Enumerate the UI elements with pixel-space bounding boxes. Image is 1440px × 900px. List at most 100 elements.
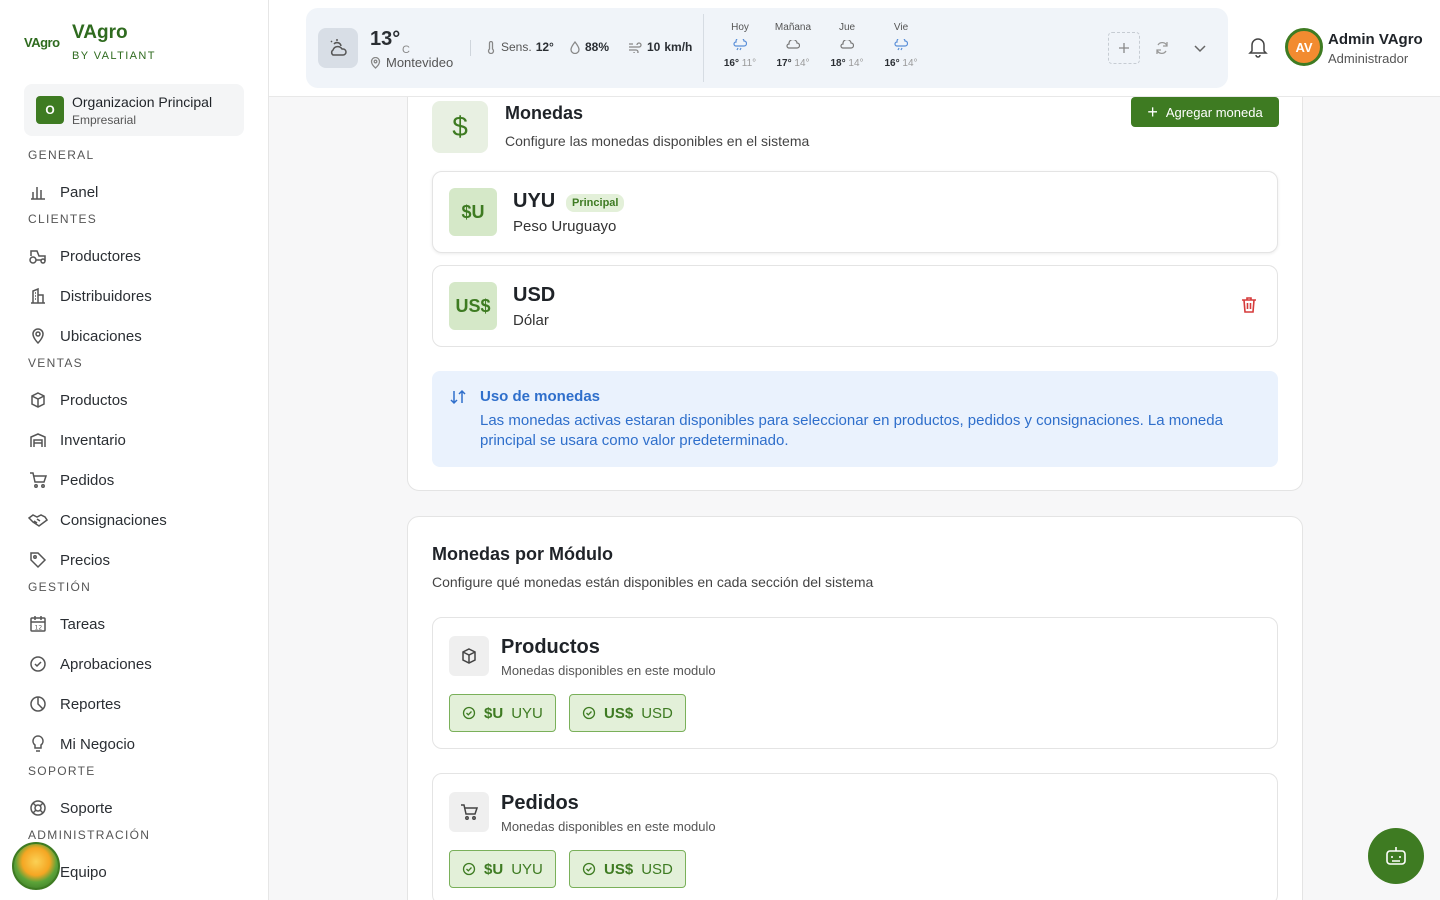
plus-icon — [1118, 42, 1130, 54]
user-role: Administrador — [1328, 51, 1409, 66]
rain-icon — [893, 38, 909, 52]
sidebar-item-label: Precios — [60, 551, 111, 569]
sidebar-item-consignaciones[interactable]: Consignaciones — [28, 508, 167, 532]
org-type: Empresarial — [72, 112, 137, 127]
divider — [703, 14, 704, 82]
weather-location: Montevideo — [370, 55, 453, 70]
check-circle-icon — [462, 706, 476, 720]
chip-code: USD — [641, 704, 673, 722]
sidebar-item-label: Pedidos — [60, 471, 115, 489]
chip-code: UYU — [511, 704, 543, 722]
sidebar-item-label: Reportes — [60, 695, 121, 713]
org-switcher[interactable]: O Organizacion Principal Empresarial — [24, 84, 244, 136]
forecast-day: Mañana 17° 14° — [768, 22, 818, 69]
currency-name: Dólar — [513, 312, 549, 329]
currency-symbol: $U — [449, 188, 497, 236]
add-currency-button[interactable]: + Agregar moneda — [1131, 97, 1279, 127]
sidebar-item-pedidos[interactable]: Pedidos — [28, 468, 114, 492]
nav-section-soporte: SOPORTE — [28, 764, 96, 778]
sidebar-item-label: Productos — [60, 391, 128, 409]
forecast-low: 11° — [741, 58, 757, 69]
lightbulb-icon — [28, 734, 48, 754]
sidebar-item-inventario[interactable]: Inventario — [28, 428, 126, 452]
notifications-button[interactable] — [1248, 36, 1268, 58]
currency-symbol: US$ — [449, 282, 497, 330]
box-icon — [28, 390, 48, 410]
weather-wind: 10 km/h — [628, 40, 692, 54]
weather-wind-value: 10 — [647, 40, 661, 54]
weather-humidity-value: 88% — [585, 40, 610, 54]
sidebar-item-soporte[interactable]: Soporte — [28, 796, 113, 820]
dollar-icon: $ — [432, 101, 488, 153]
module-name: Productos — [501, 636, 600, 658]
user-avatar[interactable]: AV — [1285, 28, 1323, 66]
refresh-icon — [1155, 41, 1169, 55]
droplet-icon — [570, 40, 580, 54]
tractor-icon — [28, 246, 48, 266]
sidebar-item-label: Consignaciones — [60, 511, 167, 529]
weather-feels-label: Sens. — [501, 40, 532, 54]
calendar-icon: 12 — [28, 614, 48, 634]
weather-location-label: Montevideo — [386, 55, 454, 70]
module-pedidos: Pedidos Monedas disponibles en este modu… — [432, 773, 1278, 900]
module-name: Pedidos — [501, 792, 579, 814]
delete-currency-button[interactable] — [1241, 296, 1257, 314]
sidebar-item-distribuidores[interactable]: Distribuidores — [28, 284, 152, 308]
currency-toggle-chip[interactable]: US$ USD — [569, 694, 686, 732]
sidebar-item-label: Tareas — [60, 615, 106, 633]
forecast-high: 16° — [884, 58, 900, 69]
bar-chart-icon — [28, 182, 48, 202]
assistant-mascot-icon[interactable] — [12, 842, 60, 890]
sidebar-item-panel[interactable]: Panel — [28, 180, 98, 204]
divider — [470, 40, 471, 56]
cloud-icon — [839, 38, 855, 52]
sidebar-item-label: Ubicaciones — [60, 327, 142, 345]
modules-card: Monedas por Módulo Configure qué monedas… — [407, 516, 1303, 900]
map-pin-icon — [370, 56, 381, 69]
sidebar-item-label: Inventario — [60, 431, 126, 449]
info-title: Uso de monedas — [480, 388, 601, 405]
sidebar-item-productores[interactable]: Productores — [28, 244, 141, 268]
pie-chart-icon — [28, 694, 48, 714]
chip-code: USD — [641, 860, 673, 878]
sidebar-item-ubicaciones[interactable]: Ubicaciones — [28, 324, 142, 348]
currency-toggle-chip[interactable]: $U UYU — [449, 850, 556, 888]
user-name[interactable]: Admin VAgro — [1328, 31, 1423, 48]
sidebar-item-tareas[interactable]: 12 Tareas — [28, 612, 105, 636]
chevron-down-icon — [1193, 41, 1207, 55]
expand-weather-button[interactable] — [1184, 32, 1216, 64]
sidebar-item-mi-negocio[interactable]: Mi Negocio — [28, 732, 135, 756]
assistant-chat-button[interactable] — [1368, 828, 1424, 884]
currency-name: Peso Uruguayo — [513, 218, 617, 235]
cloud-sun-icon — [318, 28, 358, 68]
sidebar-item-reportes[interactable]: Reportes — [28, 692, 121, 716]
currency-item[interactable]: $U UYU Principal Peso Uruguayo — [432, 171, 1278, 253]
weather-wind-unit: km/h — [664, 40, 693, 54]
sidebar-item-label: Distribuidores — [60, 287, 152, 305]
weather-temperature: 13° — [370, 28, 401, 50]
sidebar-item-label: Soporte — [60, 799, 113, 817]
sidebar-item-productos[interactable]: Productos — [28, 388, 128, 412]
org-name: Organizacion Principal — [72, 93, 213, 110]
weather-humidity: 88% — [570, 40, 609, 54]
forecast-day: Vie 16° 14° — [876, 22, 926, 69]
sidebar-item-precios[interactable]: Precios — [28, 548, 110, 572]
currency-code: UYU — [513, 190, 556, 212]
trash-icon — [1241, 296, 1257, 314]
sidebar-item-label: Productores — [60, 247, 141, 265]
brand[interactable]: VAgro VAgro BY VALTIANT — [24, 22, 156, 62]
currency-toggle-chip[interactable]: US$ USD — [569, 850, 686, 888]
sidebar-item-label: Equipo — [60, 863, 107, 881]
nav-section-clientes: CLIENTES — [28, 212, 98, 226]
currency-item[interactable]: US$ USD Dólar — [432, 265, 1278, 347]
currency-toggle-chip[interactable]: $U UYU — [449, 694, 556, 732]
nav-section-administracion: ADMINISTRACIÓN — [28, 828, 151, 842]
weather-feels-value: 12° — [535, 40, 554, 54]
module-productos: Productos Monedas disponibles en este mo… — [432, 617, 1278, 749]
wind-icon — [628, 41, 642, 53]
sidebar-item-aprobaciones[interactable]: Aprobaciones — [28, 652, 152, 676]
chip-symbol: US$ — [604, 860, 634, 878]
plus-icon: + — [1147, 102, 1158, 122]
refresh-weather-button[interactable] — [1146, 32, 1178, 64]
add-location-button[interactable] — [1108, 32, 1140, 64]
